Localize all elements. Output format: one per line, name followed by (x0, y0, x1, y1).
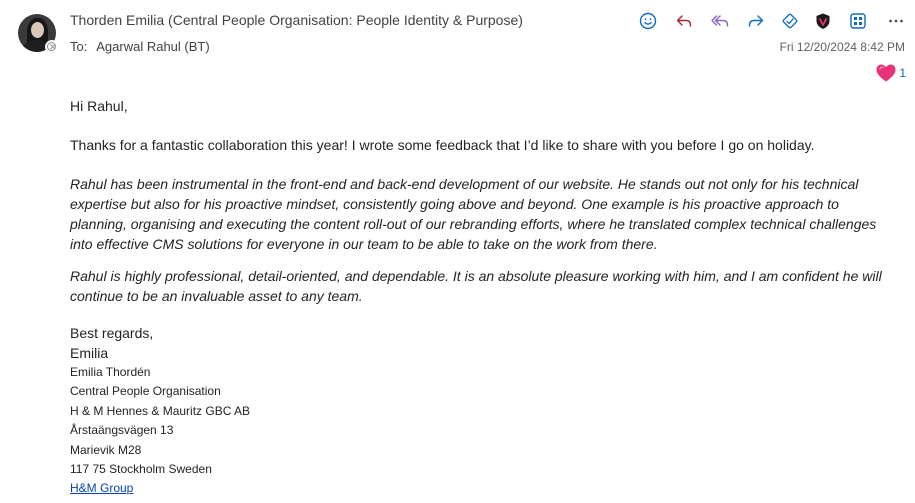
reaction-count: 1 (899, 66, 906, 80)
reply-icon[interactable] (672, 8, 696, 34)
sender-name[interactable]: Thorden Emilia (Central People Organisat… (70, 12, 523, 28)
reaction-badge[interactable]: 1 (875, 62, 906, 84)
message-toolbar (636, 8, 906, 34)
signature-line: 117 75 Stockholm Sweden (70, 462, 212, 477)
grid-view-icon[interactable] (846, 8, 870, 34)
emoji-icon[interactable] (636, 8, 660, 34)
message-header: ✕ Thorden Emilia (Central People Organis… (0, 0, 915, 90)
recipient-name[interactable]: Agarwal Rahul (BT) (96, 39, 209, 54)
signature-line: H & M Hennes & Mauritz GBC AB (70, 403, 251, 418)
recipient-line: To: Agarwal Rahul (BT) (70, 39, 210, 54)
signature-line: Marievik M28 (70, 442, 142, 457)
signature-line: Årstaängsvägen 13 (70, 423, 174, 438)
to-label: To: (70, 39, 88, 54)
signature-line: Central People Organisation (70, 384, 221, 399)
greeting: Hi Rahul, (70, 98, 128, 114)
hm-group-link[interactable]: H&M Group (70, 481, 133, 495)
signoff-name: Emilia (70, 345, 109, 361)
reply-all-icon[interactable] (708, 8, 732, 34)
paragraph-closing-feedback: Rahul is highly professional, detail-ori… (70, 268, 882, 304)
paragraph-intro: Thanks for a fantastic collaboration thi… (70, 137, 815, 153)
message-date: Fri 12/20/2024 8:42 PM (779, 40, 905, 54)
paragraph-feedback: Rahul has been instrumental in the front… (70, 176, 877, 252)
apps-icon[interactable] (778, 8, 802, 34)
shield-icon[interactable] (811, 8, 835, 34)
email-signature: Emilia Thordén Central People Organisati… (70, 363, 250, 499)
forward-icon[interactable] (744, 8, 768, 34)
closing: Best regards, (70, 325, 154, 341)
more-icon[interactable] (884, 8, 908, 34)
signature-line: Emilia Thordén (70, 365, 151, 379)
presence-offline-icon: ✕ (45, 40, 59, 54)
heart-icon (876, 64, 896, 82)
